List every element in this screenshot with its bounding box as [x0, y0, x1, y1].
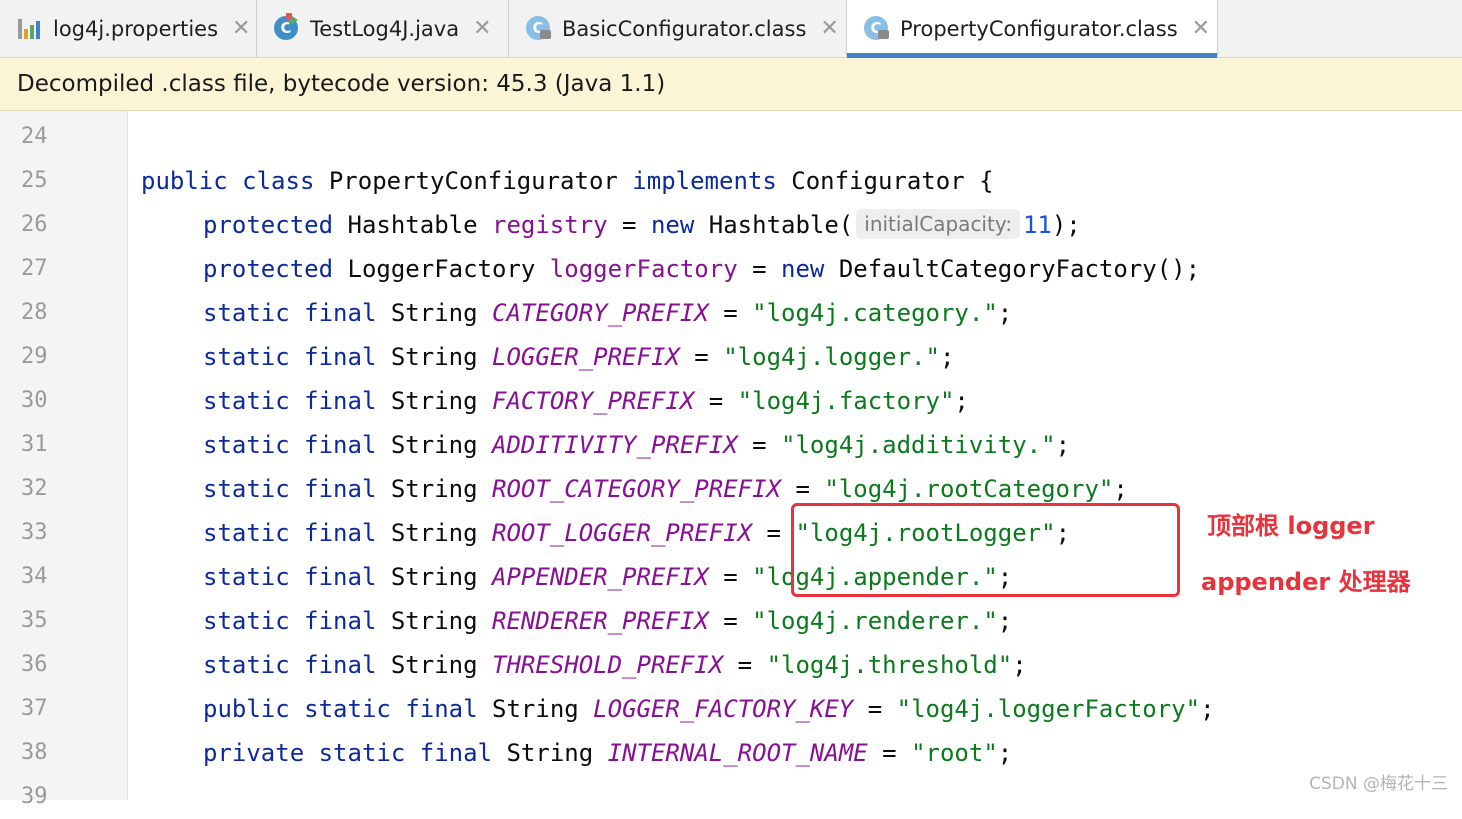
tab-propertyconfigurator-class[interactable]: C PropertyConfigurator.class ✕	[847, 0, 1218, 58]
line-number: 25	[21, 168, 48, 193]
close-icon[interactable]: ✕	[232, 16, 250, 41]
tab-testlog4j-java[interactable]: C TestLog4J.java ✕	[257, 0, 509, 57]
code-line-constant[interactable]: static final String CATEGORY_PREFIX = "l…	[203, 291, 1012, 335]
line-number: 35	[21, 608, 48, 633]
code-line-constant[interactable]: public static final String LOGGER_FACTOR…	[203, 687, 1215, 731]
line-number: 39	[21, 784, 48, 809]
tab-label: BasicConfigurator.class	[562, 16, 807, 41]
annotation-appender: appender 处理器	[1201, 568, 1411, 596]
close-icon[interactable]: ✕	[1192, 16, 1210, 41]
line-number: 28	[21, 300, 48, 325]
line-number: 24	[21, 124, 48, 149]
line-number: 30	[21, 388, 48, 413]
code-line-constant[interactable]: static final String ADDITIVITY_PREFIX = …	[203, 423, 1070, 467]
compiled-class-icon: C	[525, 15, 553, 43]
close-icon[interactable]: ✕	[820, 16, 838, 41]
watermark: CSDN @梅花十三	[1309, 774, 1448, 794]
code-line-logger-factory[interactable]: protected LoggerFactory loggerFactory = …	[203, 247, 1200, 291]
tab-log4j-properties[interactable]: log4j.properties ✕	[0, 0, 257, 57]
tab-label: PropertyConfigurator.class	[900, 16, 1178, 41]
code-line-constant[interactable]: private static final String INTERNAL_ROO…	[203, 731, 1012, 775]
line-number: 37	[21, 696, 48, 721]
line-number: 38	[21, 740, 48, 765]
code-line-constant[interactable]: static final String FACTORY_PREFIX = "lo…	[203, 379, 969, 423]
line-number: 33	[21, 520, 48, 545]
tab-label: log4j.properties	[53, 16, 219, 41]
tab-basicconfigurator-class[interactable]: C BasicConfigurator.class ✕	[509, 0, 847, 57]
code-line-constant[interactable]: static final String LOGGER_PREFIX = "log…	[203, 335, 954, 379]
code-line-constant[interactable]: static final String RENDERER_PREFIX = "l…	[203, 599, 1012, 643]
line-number: 26	[21, 212, 48, 237]
java-class-icon: C	[273, 12, 301, 43]
line-number: 32	[21, 476, 48, 501]
code-line-class-declaration[interactable]: public class PropertyConfigurator implem…	[141, 159, 994, 203]
code-line-constant[interactable]: static final String THRESHOLD_PREFIX = "…	[203, 643, 1027, 687]
compiled-class-icon: C	[863, 15, 891, 43]
line-number-gutter: 24 25 26 27 28 29 30 31 32 33 34 35 36 3…	[0, 111, 128, 809]
parameter-hint: initialCapacity:	[856, 209, 1020, 239]
line-number: 27	[21, 256, 48, 281]
properties-file-icon	[16, 15, 44, 43]
code-line-registry[interactable]: protected Hashtable registry = new Hasht…	[203, 203, 1081, 247]
close-icon[interactable]: ✕	[473, 16, 491, 41]
line-number: 36	[21, 652, 48, 677]
annotation-root-logger: 顶部根 logger	[1207, 512, 1375, 540]
line-number: 31	[21, 432, 48, 457]
decompiled-info-banner: Decompiled .class file, bytecode version…	[0, 58, 1462, 111]
tab-label: TestLog4J.java	[310, 16, 460, 41]
line-number: 29	[21, 344, 48, 369]
line-number: 34	[21, 564, 48, 589]
editor-tab-bar: log4j.properties ✕ C TestLog4J.java ✕ C …	[0, 0, 1462, 58]
annotation-highlight-box	[791, 503, 1180, 597]
